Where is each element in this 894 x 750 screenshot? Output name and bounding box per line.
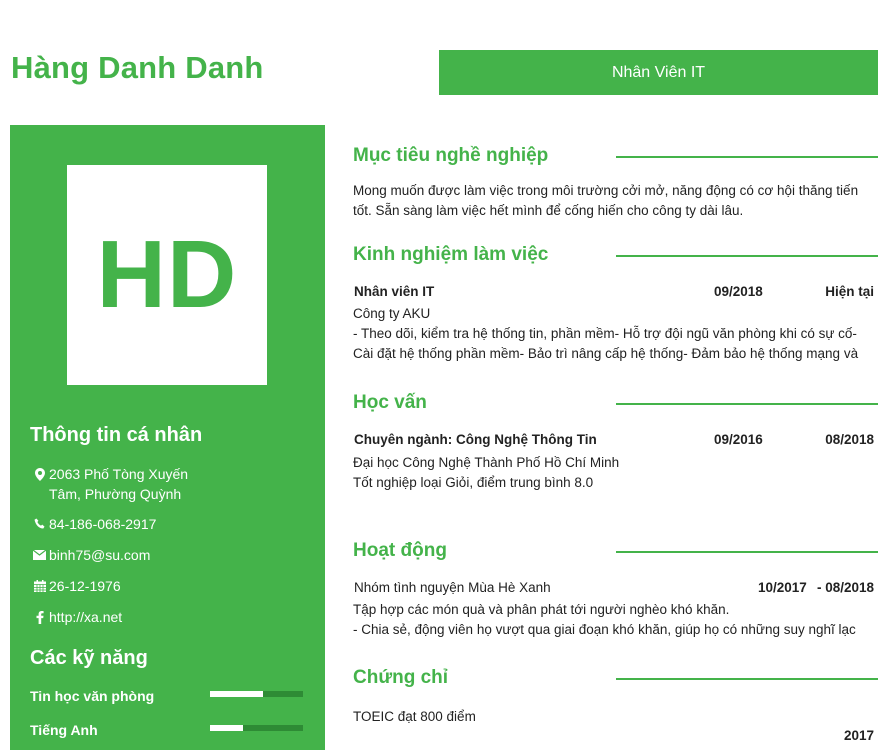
experience-company: Công ty AKU	[353, 306, 431, 321]
address-row: 2063 Phố Tòng Xuyến Tâm, Phường Quỳnh	[30, 464, 209, 504]
phone-text: 84-186-068-2917	[49, 516, 157, 532]
section-divider	[616, 551, 878, 553]
calendar-icon	[30, 576, 49, 596]
experience-desc: - Theo dõi, kiểm tra hệ thống tin, phần …	[353, 326, 857, 341]
experience-heading: Kinh nghiệm làm việc	[353, 244, 549, 265]
avatar-initials: HD	[96, 221, 238, 328]
experience-row: Nhân viên IT 09/2018 Hiện tại	[354, 284, 874, 304]
skill-name: Tin học văn phòng	[30, 688, 155, 704]
skill-bar-office	[210, 691, 303, 697]
envelope-icon	[30, 545, 49, 565]
education-start: 09/2016	[714, 432, 763, 447]
activity-org: Nhóm tình nguyện Mùa Hè Xanh	[354, 580, 551, 595]
education-heading: Học vấn	[353, 392, 427, 413]
experience-start: 09/2018	[714, 284, 763, 299]
phone-icon	[30, 514, 49, 534]
certificate-item: TOEIC đạt 800 điểm	[353, 709, 476, 724]
section-divider	[616, 156, 878, 158]
activity-row: Nhóm tình nguyện Mùa Hè Xanh 10/2017 - 0…	[354, 580, 874, 600]
certificates-heading: Chứng chỉ	[353, 667, 449, 688]
facebook-icon	[30, 607, 49, 627]
education-result: Tốt nghiệp loại Giỏi, điểm trung bình 8.…	[353, 475, 594, 490]
education-major: Chuyên ngành: Công Nghệ Thông Tin	[354, 432, 597, 447]
section-divider	[616, 403, 878, 405]
skill-bar-fill	[210, 691, 263, 697]
skill-name: Tiếng Anh	[30, 722, 98, 738]
email-text: binh75@su.com	[49, 547, 151, 563]
birthday-row: 26-12-1976	[30, 576, 209, 596]
map-pin-icon	[30, 464, 49, 484]
certificate-year: 2017	[843, 728, 874, 743]
experience-end: Hiện tại	[825, 284, 874, 299]
activity-end: - 08/2018	[816, 580, 874, 595]
objective-line: Mong muốn được làm việc trong môi trường…	[353, 183, 859, 198]
section-divider	[616, 255, 878, 257]
experience-desc: Cài đặt hệ thống phần mềm- Bảo trì nâng …	[353, 346, 859, 361]
phone-row: 84-186-068-2917	[30, 514, 209, 534]
address-text: 2063 Phố Tòng Xuyến Tâm, Phường Quỳnh	[49, 466, 189, 502]
experience-role: Nhân viên IT	[354, 284, 435, 299]
education-end: 08/2018	[825, 432, 874, 447]
section-divider	[616, 678, 878, 680]
email-row: binh75@su.com	[30, 545, 209, 565]
job-title-banner: Nhân Viên IT	[439, 50, 878, 95]
education-school: Đại học Công Nghệ Thành Phố Hồ Chí Minh	[353, 455, 620, 470]
activity-start: 10/2017	[758, 580, 807, 595]
certificate-row: 2017	[354, 728, 874, 748]
candidate-name: Hàng Danh Danh	[11, 50, 264, 85]
objective-heading: Mục tiêu nghề nghiệp	[353, 145, 549, 166]
education-row: Chuyên ngành: Công Nghệ Thông Tin 09/201…	[354, 432, 874, 452]
activities-heading: Hoạt động	[353, 540, 447, 561]
personal-info-heading: Thông tin cá nhân	[30, 424, 203, 446]
sidebar: HD Thông tin cá nhân 2063 Phố Tòng Xuyến…	[10, 125, 325, 750]
activity-desc: - Chia sẻ, động viên họ vượt qua giai đo…	[353, 622, 856, 637]
skill-bar-english	[210, 725, 303, 731]
skill-bar-fill	[210, 725, 243, 731]
birthday-text: 26-12-1976	[49, 578, 121, 594]
objective-line: tốt. Sẵn sàng làm việc hết mình để cống …	[353, 203, 744, 218]
website-row: http://xa.net	[30, 607, 209, 627]
skills-heading: Các kỹ năng	[30, 647, 148, 669]
avatar: HD	[67, 165, 267, 385]
website-link[interactable]: http://xa.net	[49, 607, 209, 627]
activity-desc: Tập hợp các món quà và phân phát tới ngư…	[353, 602, 730, 617]
